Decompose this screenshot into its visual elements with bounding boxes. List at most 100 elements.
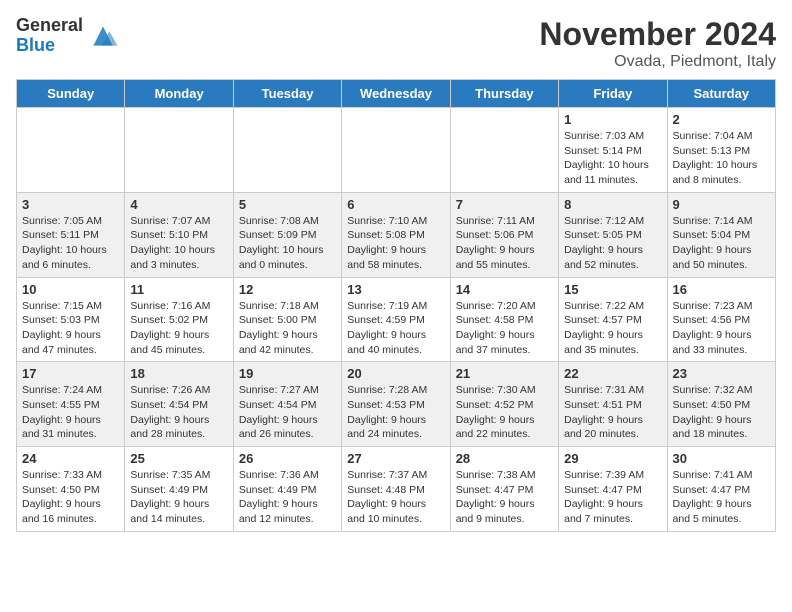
day-number: 28 [456,451,553,466]
day-number: 13 [347,282,444,297]
weekday-header-thursday: Thursday [450,80,558,108]
calendar-cell: 9Sunrise: 7:14 AMSunset: 5:04 PMDaylight… [667,192,775,277]
calendar-cell: 12 Sunrise: 7:18 AMSunset: 5:00 PMDayligh… [233,277,341,362]
cell-info: Sunrise: 7:35 AMSunset: 4:49 PMDaylight:… [130,469,210,525]
day-number: 3 [22,197,119,212]
logo-blue-text: Blue [16,36,83,56]
day-number: 14 [456,282,553,297]
calendar-cell: 1 Sunrise: 7:03 AMSunset: 5:14 PMDaylight… [559,108,667,193]
day-number: 20 [347,366,444,381]
month-title: November 2024 [539,16,776,53]
calendar-cell: 4 Sunrise: 7:07 AMSunset: 5:10 PMDaylight… [125,192,233,277]
weekday-header-wednesday: Wednesday [342,80,450,108]
day-number: 9 [673,197,770,212]
calendar-week-2: 3 Sunrise: 7:05 AMSunset: 5:11 PMDaylight… [17,192,776,277]
cell-info: Sunrise: 7:10 AMSunset: 5:08 PMDaylight:… [347,215,427,271]
cell-info: Sunrise: 7:12 AMSunset: 5:05 PMDaylight:… [564,215,644,271]
calendar-week-5: 24Sunrise: 7:33 AMSunset: 4:50 PMDayligh… [17,447,776,532]
day-number: 4 [130,197,227,212]
day-number: 11 [130,282,227,297]
calendar-week-1: 1 Sunrise: 7:03 AMSunset: 5:14 PMDaylight… [17,108,776,193]
calendar-cell [233,108,341,193]
weekday-header-friday: Friday [559,80,667,108]
calendar-cell: 20Sunrise: 7:28 AMSunset: 4:53 PMDayligh… [342,362,450,447]
calendar-cell: 17Sunrise: 7:24 AMSunset: 4:55 PMDayligh… [17,362,125,447]
logo-icon [87,20,119,52]
calendar-cell: 3 Sunrise: 7:05 AMSunset: 5:11 PMDaylight… [17,192,125,277]
calendar-cell [125,108,233,193]
day-number: 10 [22,282,119,297]
cell-info: Sunrise: 7:24 AMSunset: 4:55 PMDaylight:… [22,384,102,440]
calendar-cell: 18 Sunrise: 7:26 AMSunset: 4:54 PMDayligh… [125,362,233,447]
logo-general-text: General [16,16,83,36]
day-number: 23 [673,366,770,381]
cell-info: Sunrise: 7:03 AMSunset: 5:14 PMDaylight:… [564,130,649,186]
calendar-cell: 24Sunrise: 7:33 AMSunset: 4:50 PMDayligh… [17,447,125,532]
cell-info: Sunrise: 7:19 AMSunset: 4:59 PMDaylight:… [347,300,427,356]
day-number: 6 [347,197,444,212]
calendar-cell: 30Sunrise: 7:41 AMSunset: 4:47 PMDayligh… [667,447,775,532]
day-number: 25 [130,451,227,466]
day-number: 12 [239,282,336,297]
calendar-cell: 10 Sunrise: 7:15 AMSunset: 5:03 PMDayligh… [17,277,125,362]
day-number: 7 [456,197,553,212]
calendar-cell: 28 Sunrise: 7:38 AMSunset: 4:47 PMDayligh… [450,447,558,532]
calendar-cell: 13 Sunrise: 7:19 AMSunset: 4:59 PMDayligh… [342,277,450,362]
title-area: November 2024 Ovada, Piedmont, Italy [539,16,776,71]
cell-info: Sunrise: 7:31 AMSunset: 4:51 PMDaylight:… [564,384,644,440]
day-number: 26 [239,451,336,466]
calendar-cell: 29Sunrise: 7:39 AMSunset: 4:47 PMDayligh… [559,447,667,532]
day-number: 15 [564,282,661,297]
header: General Blue November 2024 Ovada, Piedmo… [16,16,776,71]
cell-info: Sunrise: 7:22 AMSunset: 4:57 PMDaylight:… [564,300,644,356]
cell-info: Sunrise: 7:11 AMSunset: 5:06 PMDaylight:… [456,215,535,271]
calendar-cell: 16 Sunrise: 7:23 AMSunset: 4:56 PMDayligh… [667,277,775,362]
cell-info: Sunrise: 7:18 AMSunset: 5:00 PMDaylight:… [239,300,319,356]
cell-info: Sunrise: 7:23 AMSunset: 4:56 PMDaylight:… [673,300,753,356]
calendar-cell: 5 Sunrise: 7:08 AMSunset: 5:09 PMDaylight… [233,192,341,277]
cell-info: Sunrise: 7:07 AMSunset: 5:10 PMDaylight:… [130,215,215,271]
weekday-header-tuesday: Tuesday [233,80,341,108]
day-number: 8 [564,197,661,212]
calendar-cell [17,108,125,193]
cell-info: Sunrise: 7:04 AMSunset: 5:13 PMDaylight:… [673,130,758,186]
calendar-week-4: 17Sunrise: 7:24 AMSunset: 4:55 PMDayligh… [17,362,776,447]
calendar-week-3: 10 Sunrise: 7:15 AMSunset: 5:03 PMDayligh… [17,277,776,362]
location: Ovada, Piedmont, Italy [539,53,776,71]
calendar-table: SundayMondayTuesdayWednesdayThursdayFrid… [16,79,776,532]
day-number: 1 [564,112,661,127]
calendar-cell: 23 Sunrise: 7:32 AMSunset: 4:50 PMDayligh… [667,362,775,447]
cell-info: Sunrise: 7:08 AMSunset: 5:09 PMDaylight:… [239,215,324,271]
weekday-header-saturday: Saturday [667,80,775,108]
cell-info: Sunrise: 7:27 AMSunset: 4:54 PMDaylight:… [239,384,319,440]
cell-info: Sunrise: 7:32 AMSunset: 4:50 PMDaylight:… [673,384,753,440]
cell-info: Sunrise: 7:26 AMSunset: 4:54 PMDaylight:… [130,384,210,440]
cell-info: Sunrise: 7:39 AMSunset: 4:47 PMDaylight:… [564,469,644,525]
calendar-cell [450,108,558,193]
day-number: 2 [673,112,770,127]
day-number: 22 [564,366,661,381]
cell-info: Sunrise: 7:15 AMSunset: 5:03 PMDaylight:… [22,300,102,356]
day-number: 30 [673,451,770,466]
day-number: 21 [456,366,553,381]
calendar-cell: 2 Sunrise: 7:04 AMSunset: 5:13 PMDaylight… [667,108,775,193]
calendar-cell [342,108,450,193]
calendar-cell: 27Sunrise: 7:37 AMSunset: 4:48 PMDayligh… [342,447,450,532]
cell-info: Sunrise: 7:20 AMSunset: 4:58 PMDaylight:… [456,300,536,356]
calendar-cell: 14 Sunrise: 7:20 AMSunset: 4:58 PMDayligh… [450,277,558,362]
calendar-cell: 8 Sunrise: 7:12 AMSunset: 5:05 PMDaylight… [559,192,667,277]
calendar-cell: 21Sunrise: 7:30 AMSunset: 4:52 PMDayligh… [450,362,558,447]
logo: General Blue [16,16,119,56]
cell-info: Sunrise: 7:05 AMSunset: 5:11 PMDaylight:… [22,215,107,271]
weekday-header-monday: Monday [125,80,233,108]
day-number: 18 [130,366,227,381]
cell-info: Sunrise: 7:16 AMSunset: 5:02 PMDaylight:… [130,300,210,356]
cell-info: Sunrise: 7:38 AMSunset: 4:47 PMDaylight:… [456,469,536,525]
calendar-cell: 22 Sunrise: 7:31 AMSunset: 4:51 PMDayligh… [559,362,667,447]
calendar-cell: 25 Sunrise: 7:35 AMSunset: 4:49 PMDayligh… [125,447,233,532]
day-number: 16 [673,282,770,297]
cell-info: Sunrise: 7:37 AMSunset: 4:48 PMDaylight:… [347,469,427,525]
calendar-cell: 19Sunrise: 7:27 AMSunset: 4:54 PMDayligh… [233,362,341,447]
cell-info: Sunrise: 7:36 AMSunset: 4:49 PMDaylight:… [239,469,319,525]
day-number: 5 [239,197,336,212]
